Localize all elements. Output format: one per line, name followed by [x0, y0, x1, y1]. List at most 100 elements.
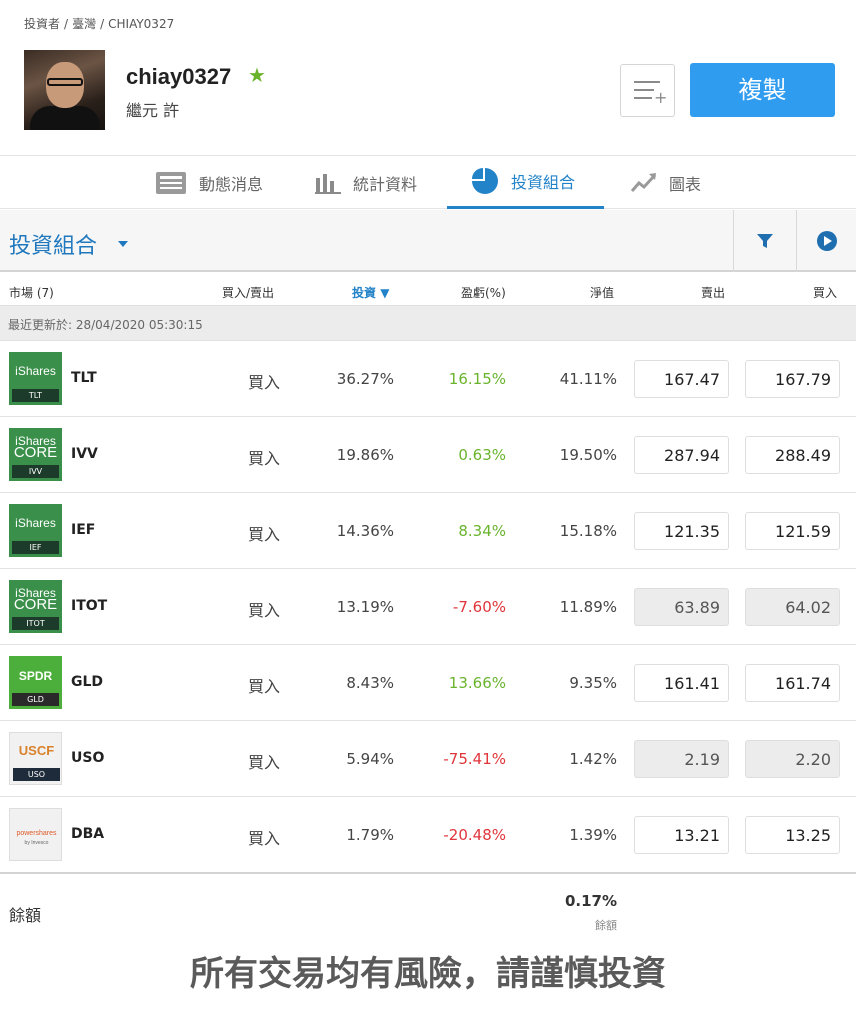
table-row[interactable]: USCF USO USO 買入 5.94% -75.41% 1.42% 2.19…: [0, 721, 856, 797]
ticker[interactable]: IVV: [71, 446, 98, 462]
copy-button[interactable]: 複製: [690, 63, 835, 117]
refresh-button[interactable]: [796, 210, 856, 272]
portfolio-header: 投資組合: [0, 210, 856, 272]
value-pct: 9.35%: [569, 674, 617, 692]
sell-price-button[interactable]: 287.94: [634, 436, 729, 474]
trend-chart-icon: [631, 172, 657, 192]
ticker[interactable]: GLD: [71, 674, 103, 690]
breadcrumb-sep: /: [100, 17, 105, 31]
buy-price-button[interactable]: 64.02: [745, 588, 840, 626]
invest-pct: 1.79%: [346, 826, 394, 844]
table-row[interactable]: iShares CORE IVV IVV 買入 19.86% 0.63% 19.…: [0, 417, 856, 493]
side: 買入: [248, 677, 281, 696]
avatar: [24, 50, 105, 130]
tab-label: 動態消息: [199, 174, 264, 194]
value-pct: 11.89%: [559, 598, 617, 616]
filter-button[interactable]: [733, 210, 795, 272]
value-pct: 41.11%: [559, 370, 617, 388]
breadcrumb-user: CHIAY0327: [108, 17, 175, 31]
side: 買入: [248, 373, 281, 392]
tab-portfolio[interactable]: 投資組合: [447, 156, 604, 209]
instrument-logo: powershares by Invesco: [9, 808, 62, 861]
news-feed-icon: [156, 171, 186, 194]
value-pct: 1.39%: [569, 826, 617, 844]
sell-price-button[interactable]: 167.47: [634, 360, 729, 398]
tabs-bar: 動態消息 統計資料 投資組合 圖表: [0, 155, 856, 209]
tab-statistics[interactable]: 統計資料: [315, 156, 417, 209]
table-row[interactable]: iShares CORE ITOT ITOT 買入 13.19% -7.60% …: [0, 569, 856, 645]
buy-price-button[interactable]: 161.74: [745, 664, 840, 702]
star-icon: ★: [248, 63, 266, 87]
buy-price-button[interactable]: 2.20: [745, 740, 840, 778]
instrument-logo: iShares TLT: [9, 352, 62, 405]
buy-price-button[interactable]: 167.79: [745, 360, 840, 398]
cash-value: 0.17%: [564, 892, 617, 910]
username: chiay0327: [126, 64, 232, 89]
chevron-down-icon[interactable]: [118, 241, 128, 247]
ticker[interactable]: IEF: [71, 522, 95, 538]
col-sell[interactable]: 賣出: [701, 284, 725, 301]
table-row[interactable]: iShares TLT TLT 買入 36.27% 16.15% 41.11% …: [0, 341, 856, 417]
invest-pct: 8.43%: [346, 674, 394, 692]
value-pct: 15.18%: [559, 522, 617, 540]
instrument-logo: iShares CORE ITOT: [9, 580, 62, 633]
col-buy[interactable]: 買入: [813, 284, 837, 301]
plus-icon: +: [654, 88, 668, 107]
table-row[interactable]: SPDR GLD GLD 買入 8.43% 13.66% 9.35% 161.4…: [0, 645, 856, 721]
ticker[interactable]: TLT: [71, 370, 97, 386]
instrument-logo: iShares CORE IVV: [9, 428, 62, 481]
last-updated: 最近更新於: 28/04/2020 05:30:15: [0, 306, 856, 341]
profile-header: chiay0327 ★ 繼元 許 + 複製: [24, 50, 835, 130]
breadcrumb-investors[interactable]: 投資者: [24, 17, 60, 31]
pnl-pct: 13.66%: [448, 674, 506, 692]
col-invest[interactable]: 投資 ▼: [352, 284, 389, 301]
pnl-pct: 8.34%: [458, 522, 506, 540]
table-row[interactable]: powershares by Invesco DBA 買入 1.79% -20.…: [0, 797, 856, 873]
add-to-watchlist-button[interactable]: +: [620, 64, 675, 117]
breadcrumb-sep: /: [64, 17, 69, 31]
value-pct: 19.50%: [559, 446, 617, 464]
sort-down-icon: ▼: [380, 286, 390, 300]
invest-pct: 14.36%: [336, 522, 394, 540]
cash-sub-label: 餘額: [595, 919, 617, 932]
sell-price-button[interactable]: 63.89: [634, 588, 729, 626]
sell-price-button[interactable]: 161.41: [634, 664, 729, 702]
side: 買入: [248, 601, 281, 620]
ticker[interactable]: USO: [71, 750, 104, 766]
tab-news-feed[interactable]: 動態消息: [155, 156, 263, 209]
tab-chart[interactable]: 圖表: [631, 156, 701, 209]
side: 買入: [248, 829, 281, 848]
table-row[interactable]: iShares IEF IEF 買入 14.36% 8.34% 15.18% 1…: [0, 493, 856, 569]
value-pct: 1.42%: [569, 750, 617, 768]
col-side[interactable]: 買入/賣出: [222, 284, 274, 301]
invest-pct: 36.27%: [336, 370, 394, 388]
tab-label: 投資組合: [511, 173, 576, 192]
pie-chart-icon: [472, 168, 498, 194]
sell-price-button[interactable]: 2.19: [634, 740, 729, 778]
breadcrumb: 投資者 / 臺灣 / CHIAY0327: [24, 15, 178, 32]
sell-price-button[interactable]: 13.21: [634, 816, 729, 854]
cash-label: 餘額: [9, 906, 42, 925]
pnl-pct: -20.48%: [443, 826, 506, 844]
col-value[interactable]: 淨值: [590, 284, 614, 301]
col-market[interactable]: 市場 (7): [9, 284, 54, 301]
col-pnl[interactable]: 盈虧(%): [461, 284, 506, 301]
side: 買入: [248, 449, 281, 468]
buy-price-button[interactable]: 121.59: [745, 512, 840, 550]
real-name: 繼元 許: [126, 101, 180, 120]
ticker[interactable]: DBA: [71, 826, 104, 842]
breadcrumb-taiwan[interactable]: 臺灣: [72, 17, 96, 31]
ticker[interactable]: ITOT: [71, 598, 107, 614]
filter-icon: [756, 234, 773, 248]
cash-row: 餘額 0.17% 餘額: [0, 872, 856, 936]
buy-price-button[interactable]: 288.49: [745, 436, 840, 474]
tab-label: 圖表: [669, 174, 702, 194]
sell-price-button[interactable]: 121.35: [634, 512, 729, 550]
instrument-logo: iShares IEF: [9, 504, 62, 557]
positions-table: iShares TLT TLT 買入 36.27% 16.15% 41.11% …: [0, 341, 856, 873]
pnl-pct: -7.60%: [452, 598, 506, 616]
instrument-logo: SPDR GLD: [9, 656, 62, 709]
invest-pct: 19.86%: [336, 446, 394, 464]
buy-price-button[interactable]: 13.25: [745, 816, 840, 854]
portfolio-dropdown[interactable]: 投資組合: [9, 228, 97, 260]
